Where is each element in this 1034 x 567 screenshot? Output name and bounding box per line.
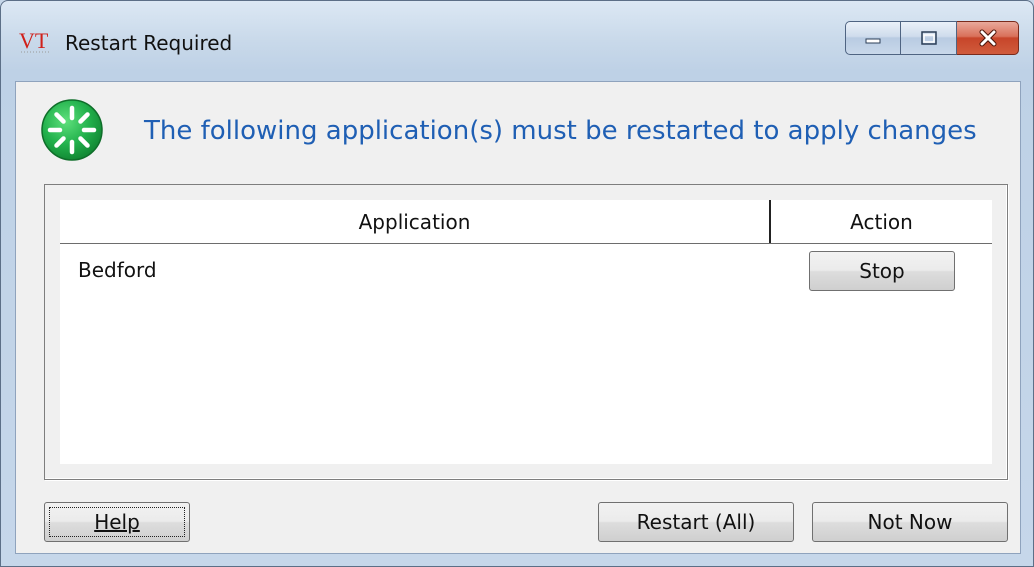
- restart-required-window: VT Restart Required The following applic…: [0, 0, 1034, 567]
- maximize-icon: [920, 31, 937, 45]
- applications-group: Application Action Bedford Stop: [44, 184, 1008, 480]
- table-header: Application Action: [60, 200, 992, 244]
- dialog-client-area: The following application(s) must be res…: [15, 81, 1021, 554]
- help-button[interactable]: Help: [44, 502, 190, 542]
- table-row[interactable]: Bedford Stop: [60, 244, 992, 300]
- close-button[interactable]: [957, 21, 1019, 55]
- minimize-button[interactable]: [845, 21, 901, 55]
- caption-buttons: [845, 21, 1019, 55]
- applications-table: Application Action Bedford Stop: [60, 200, 992, 464]
- not-now-button[interactable]: Not Now: [812, 502, 1008, 542]
- maximize-button[interactable]: [901, 21, 957, 55]
- restart-all-button[interactable]: Restart (All): [598, 502, 794, 542]
- minimize-icon: [865, 38, 881, 44]
- close-icon: [979, 29, 996, 47]
- stop-button[interactable]: Stop: [809, 251, 955, 291]
- logo-text: VT: [19, 28, 49, 53]
- restart-message: The following application(s) must be res…: [144, 116, 977, 146]
- title-bar[interactable]: VT Restart Required: [1, 1, 1033, 81]
- column-header-application[interactable]: Application: [60, 200, 771, 243]
- restart-spinner-icon: [41, 99, 103, 161]
- help-button-label: Help: [94, 510, 140, 534]
- application-name: Bedford: [78, 258, 157, 282]
- window-title: Restart Required: [65, 31, 233, 55]
- column-header-action[interactable]: Action: [771, 200, 992, 243]
- vt-logo-icon: VT: [19, 28, 49, 53]
